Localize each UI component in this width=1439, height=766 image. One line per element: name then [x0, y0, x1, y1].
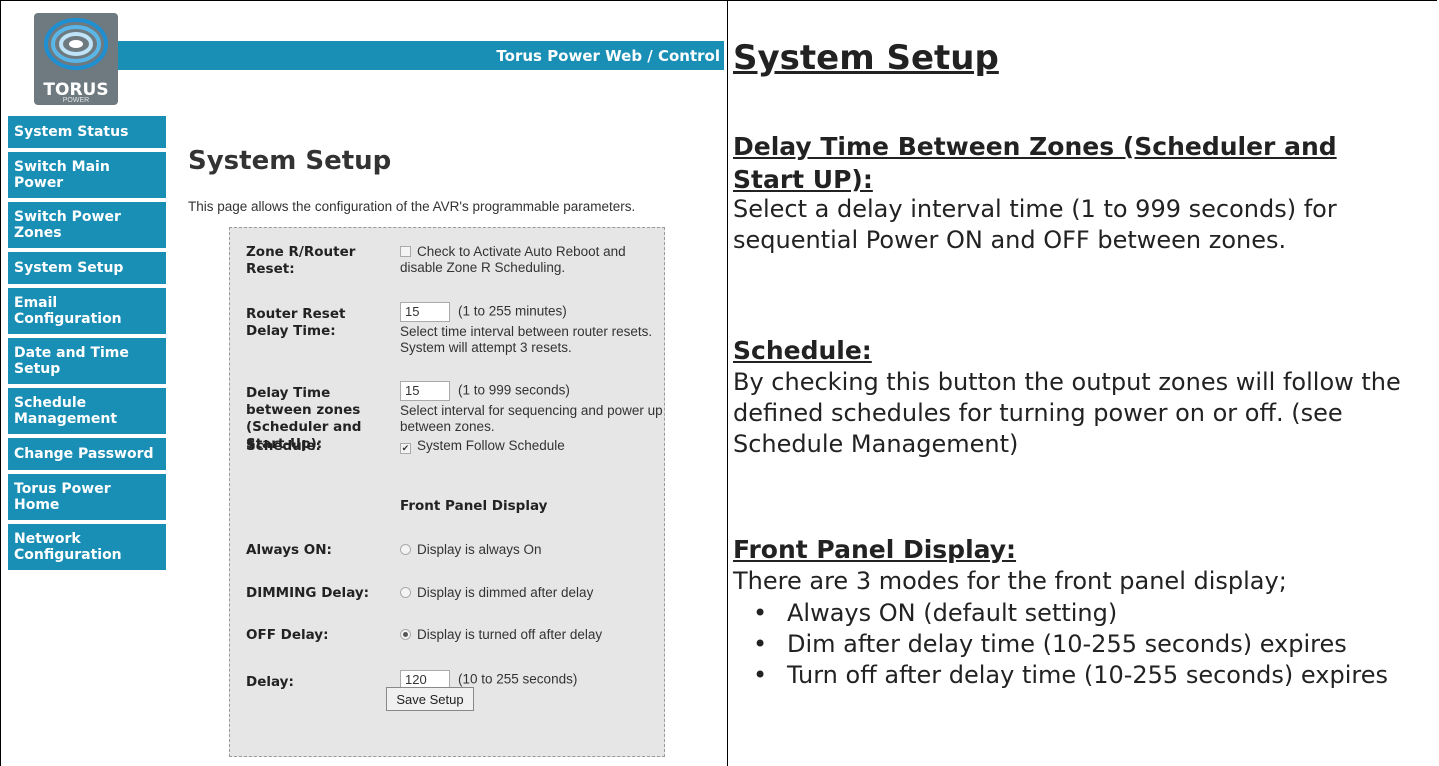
sidebar-nav: System Status Switch Main Power Switch P… [8, 116, 166, 574]
header-title: Torus Power Web / Control [496, 47, 720, 65]
list-item: Turn off after delay time (10-255 second… [733, 660, 1407, 691]
front-panel-heading: Front Panel Display [400, 498, 548, 514]
off-delay-radio[interactable] [400, 629, 411, 640]
off-delay-option: Display is turned off after delay [400, 627, 602, 643]
setup-form-panel: Zone R/Router Reset: Check to Activate A… [229, 227, 665, 757]
sidebar-item-switch-power-zones[interactable]: Switch Power Zones [8, 202, 166, 248]
zone-delay-control: 15 (1 to 999 seconds) Select interval for… [400, 381, 670, 435]
documentation-column: System Setup Delay Time Between Zones (S… [733, 0, 1433, 766]
sidebar-item-email-configuration[interactable]: Email Configuration [8, 288, 166, 334]
sidebar-item-date-time-setup[interactable]: Date and Time Setup [8, 338, 166, 384]
dimming-radio[interactable] [400, 587, 411, 598]
header-bar: Torus Power Web / Control [108, 41, 724, 70]
zone-delay-input[interactable]: 15 [400, 381, 450, 401]
schedule-option: ✔ System Follow Schedule [400, 438, 565, 454]
always-on-text: Display is always On [417, 542, 542, 557]
sidebar-item-torus-power-home[interactable]: Torus Power Home [8, 474, 166, 520]
list-item: Always ON (default setting) [733, 598, 1407, 629]
off-delay-text: Display is turned off after delay [417, 627, 603, 642]
router-delay-help: Select time interval between router rese… [400, 324, 653, 355]
zone-r-label: Zone R/Router Reset: [246, 244, 356, 277]
schedule-label: Schedule: [246, 438, 321, 454]
dimming-text: Display is dimmed after delay [417, 585, 594, 600]
page-title: System Setup [188, 146, 392, 176]
router-delay-range: (1 to 255 minutes) [458, 303, 567, 319]
zone-delay-help: Select interval for sequencing and power… [400, 403, 663, 434]
dimming-label: DIMMING Delay: [246, 585, 370, 601]
doc-front-panel-heading: Front Panel Display: [733, 535, 1017, 564]
router-delay-label: Router Reset Delay Time: [246, 306, 346, 339]
web-ui-screenshot: Torus Power Web / Control TORUS POWER Sy… [0, 0, 727, 766]
doc-delay-body: Select a delay interval time (1 to 999 s… [733, 195, 1337, 254]
doc-schedule-heading: Schedule: [733, 336, 872, 365]
save-setup-button[interactable]: Save Setup [386, 687, 474, 711]
zone-r-option: Check to Activate Auto Reboot and disabl… [400, 244, 662, 276]
sidebar-item-schedule-management[interactable]: Schedule Management [8, 388, 166, 434]
column-divider [727, 0, 728, 766]
list-item: Dim after delay time (10-255 seconds) ex… [733, 629, 1347, 660]
delay-range: (10 to 255 seconds) [458, 671, 578, 687]
schedule-checkbox[interactable]: ✔ [400, 443, 411, 454]
router-delay-control: 15 (1 to 255 minutes) Select time interva… [400, 302, 670, 356]
zone-r-checkbox[interactable] [400, 246, 411, 257]
always-on-label: Always ON: [246, 542, 332, 558]
torus-logo[interactable]: TORUS POWER [34, 13, 118, 105]
doc-schedule-body: By checking this button the output zones… [733, 368, 1401, 458]
doc-front-panel-body: There are 3 modes for the front panel di… [733, 567, 1287, 595]
sidebar-item-switch-main-power[interactable]: Switch Main Power [8, 152, 166, 198]
logo-rings-icon [44, 18, 108, 70]
dimming-option: Display is dimmed after delay [400, 585, 593, 601]
sidebar-item-system-setup[interactable]: System Setup [8, 252, 166, 284]
zone-delay-range: (1 to 999 seconds) [458, 382, 570, 398]
logo-subtext: POWER [62, 97, 90, 104]
sidebar-item-system-status[interactable]: System Status [8, 116, 166, 148]
doc-title: System Setup [733, 38, 999, 78]
always-on-radio[interactable] [400, 544, 411, 555]
zone-r-checkbox-text: Check to Activate Auto Reboot and disabl… [400, 244, 626, 275]
sidebar-item-network-configuration[interactable]: Network Configuration [8, 524, 166, 570]
off-delay-label: OFF Delay: [246, 627, 329, 643]
schedule-checkbox-text: System Follow Schedule [417, 438, 565, 453]
doc-delay-heading: Delay Time Between Zones (Scheduler and … [733, 132, 1337, 194]
page-description: This page allows the configuration of th… [188, 199, 636, 214]
router-delay-input[interactable]: 15 [400, 302, 450, 322]
doc-front-panel-list: Always ON (default setting) Dim after de… [733, 598, 1407, 691]
delay-label: Delay: [246, 674, 294, 690]
sidebar-item-change-password[interactable]: Change Password [8, 438, 166, 470]
always-on-option: Display is always On [400, 542, 542, 558]
